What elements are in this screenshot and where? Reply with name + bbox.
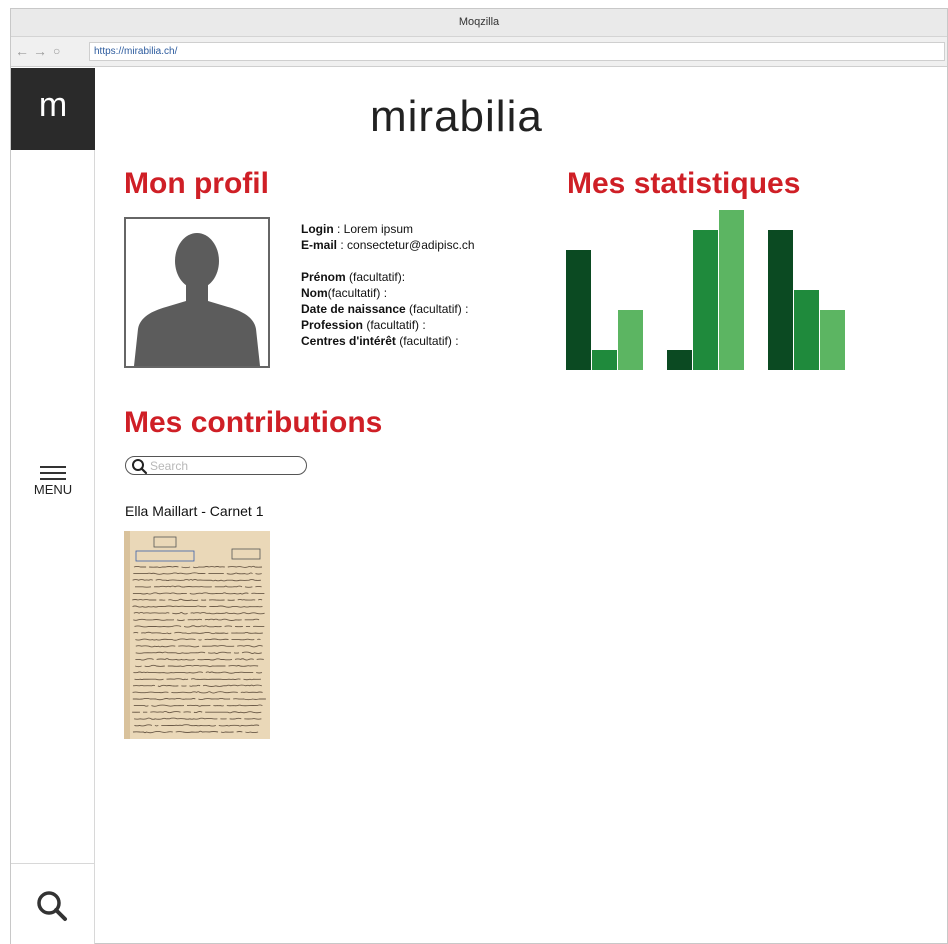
menu-button[interactable]: MENU xyxy=(11,466,95,497)
stats-heading: Mes statistiques xyxy=(567,167,801,200)
forward-icon[interactable]: → xyxy=(33,44,47,58)
profile-field-interests: Centres d'intérêt (facultatif) : xyxy=(301,334,459,348)
stats-bar xyxy=(820,310,845,370)
logo-tile[interactable]: m xyxy=(11,68,95,150)
search-icon xyxy=(132,459,148,475)
stats-bar xyxy=(618,310,643,370)
avatar-silhouette-icon xyxy=(134,233,260,366)
contributions-search[interactable] xyxy=(125,456,307,475)
hamburger-icon xyxy=(40,466,66,480)
stats-bar xyxy=(768,230,793,370)
manuscript-page-image xyxy=(124,531,270,739)
browser-navbar: ← → ○ https://mirabilia.ch/ xyxy=(11,37,947,67)
window-title: Moqzilla xyxy=(458,16,500,28)
profile-info: Login : Lorem ipsum E-mail : consectetur… xyxy=(301,221,475,349)
browser-window: Moqzilla ← → ○ https://mirabilia.ch/ m M… xyxy=(10,8,948,944)
menu-label: MENU xyxy=(33,482,73,497)
profile-field-profession: Profession (facultatif) : xyxy=(301,318,426,332)
sidebar-search-button[interactable] xyxy=(11,883,95,933)
sidebar-divider xyxy=(11,863,95,864)
contributions-heading: Mes contributions xyxy=(124,406,383,439)
profile-field-email: E-mail : consectetur@adipisc.ch xyxy=(301,238,475,252)
stats-bar xyxy=(794,290,819,370)
brand-logo: mirabilia xyxy=(370,92,543,141)
profile-avatar xyxy=(124,217,270,368)
search-icon xyxy=(37,891,67,921)
profile-heading: Mon profil xyxy=(124,167,269,200)
address-bar[interactable]: https://mirabilia.ch/ xyxy=(89,42,945,61)
contribution-thumbnail[interactable] xyxy=(124,531,270,739)
back-icon[interactable]: ← xyxy=(15,44,29,58)
stats-bar xyxy=(667,350,692,370)
stats-bar xyxy=(693,230,718,370)
browser-titlebar: Moqzilla xyxy=(11,9,947,37)
search-input[interactable] xyxy=(150,458,300,473)
stats-bar xyxy=(719,210,744,370)
profile-field-nom: Nom(facultatif) : xyxy=(301,286,388,300)
stats-chart xyxy=(566,210,845,370)
contribution-title[interactable]: Ella Maillart - Carnet 1 xyxy=(125,503,264,519)
reload-icon[interactable]: ○ xyxy=(53,44,60,58)
sidebar: m MENU xyxy=(11,68,95,944)
stats-bar xyxy=(566,250,591,370)
stats-bar xyxy=(592,350,617,370)
profile-field-prenom: Prénom (facultatif): xyxy=(301,270,406,284)
profile-field-login: Login : Lorem ipsum xyxy=(301,222,414,236)
profile-field-birthdate: Date de naissance (facultatif) : xyxy=(301,302,469,316)
